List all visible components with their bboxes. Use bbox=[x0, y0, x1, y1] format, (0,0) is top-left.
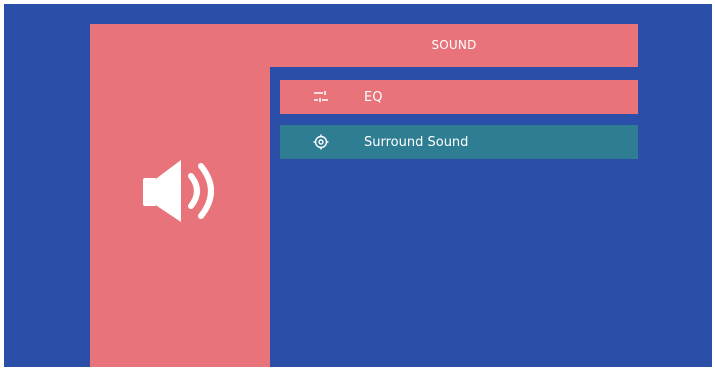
surround-sound-icon bbox=[312, 133, 330, 151]
menu-item-eq[interactable]: EQ bbox=[280, 80, 638, 114]
menu-item-label: Surround Sound bbox=[364, 134, 469, 150]
equalizer-icon bbox=[312, 88, 330, 106]
menu-item-label: EQ bbox=[364, 89, 383, 105]
speaker-icon bbox=[143, 160, 214, 222]
sound-settings-screen: SOUND EQ Surround Sound bbox=[4, 4, 712, 367]
page-title: SOUND bbox=[431, 38, 477, 52]
menu-item-surround-sound[interactable]: Surround Sound bbox=[280, 125, 638, 159]
